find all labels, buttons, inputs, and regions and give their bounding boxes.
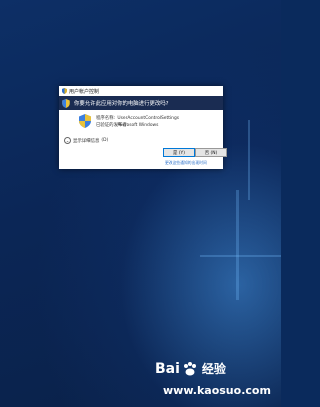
details-shortcut: (D) [101,138,109,143]
watermark-brand-left: Bai [155,360,180,377]
program-name-row: 程序名称: UserAccountControlSettings [96,115,179,121]
watermark-brand-right: 经验 [201,362,226,376]
dialog-titlebar: 用户帐户控制 [59,86,223,96]
paw-logo-icon [183,361,196,375]
publisher-value: Microsoft Windows [117,123,159,128]
dialog-question: 你要允许此应用对你的电脑进行更改吗? [74,101,169,107]
shield-icon [62,88,67,94]
question-band: 你要允许此应用对你的电脑进行更改吗? [59,96,223,110]
desktop-background [0,0,281,407]
details-label: 显示详细信息 [73,138,100,144]
watermark-url: www.kaosuo.com [163,384,271,397]
publisher-label: 已验证的发布者: [96,123,129,128]
dialog-title: 用户帐户控制 [69,88,100,95]
publisher-row: 已验证的发布者: Microsoft Windows [96,122,158,128]
uac-dialog: 用户帐户控制 你要允许此应用对你的电脑进行更改吗? 程序名称: UserAcco… [59,86,227,169]
program-info: 程序名称: UserAccountControlSettings 已验证的发布者… [59,110,223,140]
change-notification-link[interactable]: 更改这些通知的出现时间 [165,160,207,166]
wallpaper-light-beam [248,120,250,200]
no-button[interactable]: 否 (N) [195,148,227,157]
shield-icon [62,98,70,108]
baidu-watermark: Bai 经验 [155,360,226,377]
chevron-down-icon: ⌄ [64,137,71,144]
uac-settings-app-icon [79,114,91,128]
wallpaper-light-beam [236,190,239,300]
program-name-label: 程序名称: [96,116,116,121]
show-details-toggle[interactable]: ⌄ 显示详细信息 (D) [64,137,108,144]
yes-button[interactable]: 是 (Y) [163,148,195,157]
wallpaper-light-beam [200,255,281,257]
program-name-value: UserAccountControlSettings [117,116,180,121]
